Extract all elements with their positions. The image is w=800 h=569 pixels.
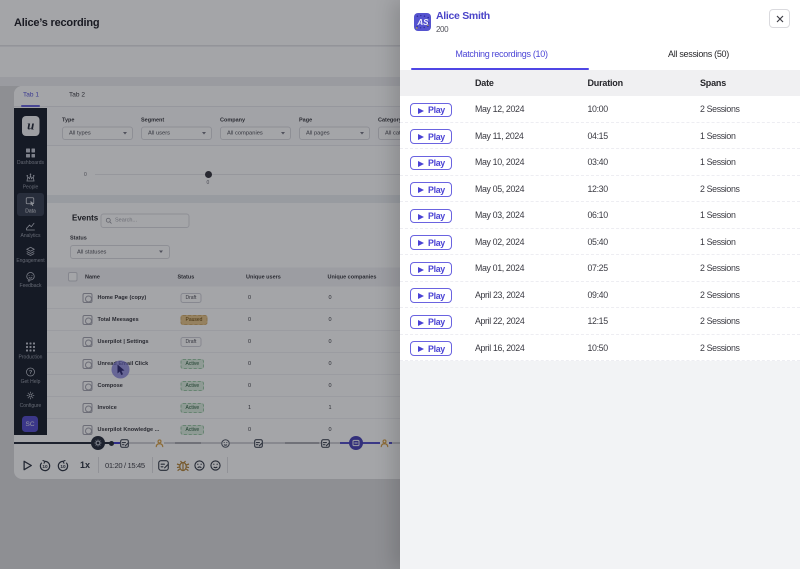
svg-text:AS: AS — [416, 18, 429, 27]
